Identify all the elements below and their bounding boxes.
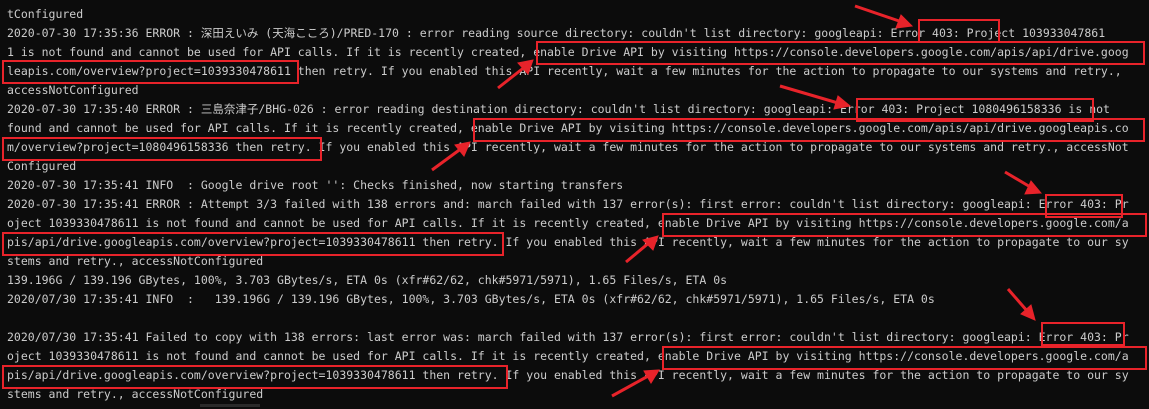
arrow-icon — [431, 141, 471, 172]
arrow-icon — [497, 59, 534, 90]
arrow-icon — [1006, 288, 1036, 321]
arrow-icon — [854, 4, 914, 29]
annotation-arrows — [431, 4, 1043, 398]
arrow-icon — [625, 235, 659, 264]
arrow-icon — [779, 84, 852, 110]
arrow-icon — [1004, 170, 1043, 195]
arrow-icon — [611, 369, 660, 398]
scrollbar-thumb[interactable] — [200, 404, 260, 407]
terminal-window[interactable]: tConfigured 2020-07-30 17:35:36 ERROR : … — [0, 0, 1149, 409]
